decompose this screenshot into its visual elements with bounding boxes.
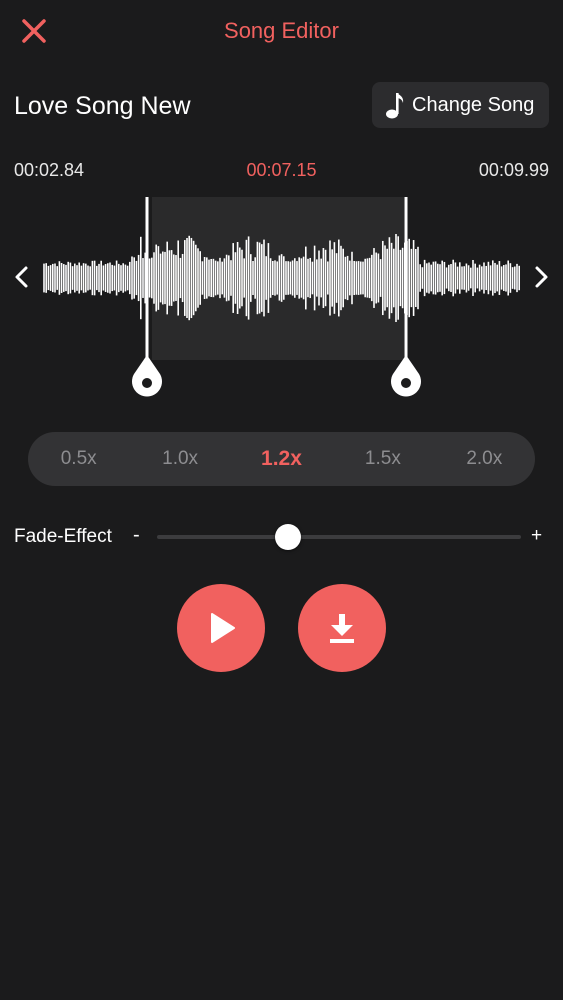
speed-option[interactable]: 1.5x bbox=[332, 432, 433, 486]
scroll-left-icon[interactable] bbox=[10, 262, 34, 292]
download-button[interactable] bbox=[298, 584, 386, 672]
music-note-icon bbox=[386, 93, 404, 119]
fade-increase-button[interactable]: + bbox=[531, 525, 542, 547]
speed-option[interactable]: 0.5x bbox=[28, 432, 129, 486]
speed-option[interactable]: 2.0x bbox=[434, 432, 535, 486]
fade-decrease-button[interactable]: - bbox=[133, 524, 140, 547]
fade-effect-label: Fade-Effect bbox=[14, 526, 112, 547]
play-button[interactable] bbox=[177, 584, 265, 672]
play-icon bbox=[211, 613, 235, 643]
header-bar: Song Editor bbox=[0, 0, 563, 64]
speed-option[interactable]: 1.2x bbox=[231, 432, 332, 486]
waveform bbox=[43, 197, 521, 397]
speed-selector: 0.5x 1.0x 1.2x 1.5x 2.0x bbox=[28, 432, 535, 486]
page-title: Song Editor bbox=[224, 18, 339, 43]
download-icon bbox=[330, 614, 354, 643]
fade-slider-thumb[interactable] bbox=[275, 524, 302, 550]
change-song-label: Change Song bbox=[412, 93, 535, 116]
waveform-editor[interactable] bbox=[0, 190, 563, 410]
change-song-button[interactable]: Change Song bbox=[372, 82, 549, 128]
scroll-right-icon[interactable] bbox=[529, 262, 553, 292]
speed-option[interactable]: 1.0x bbox=[129, 432, 230, 486]
fade-slider[interactable] bbox=[157, 524, 521, 550]
end-time: 00:09.99 bbox=[478, 160, 549, 180]
song-name: Love Song New bbox=[14, 92, 191, 120]
